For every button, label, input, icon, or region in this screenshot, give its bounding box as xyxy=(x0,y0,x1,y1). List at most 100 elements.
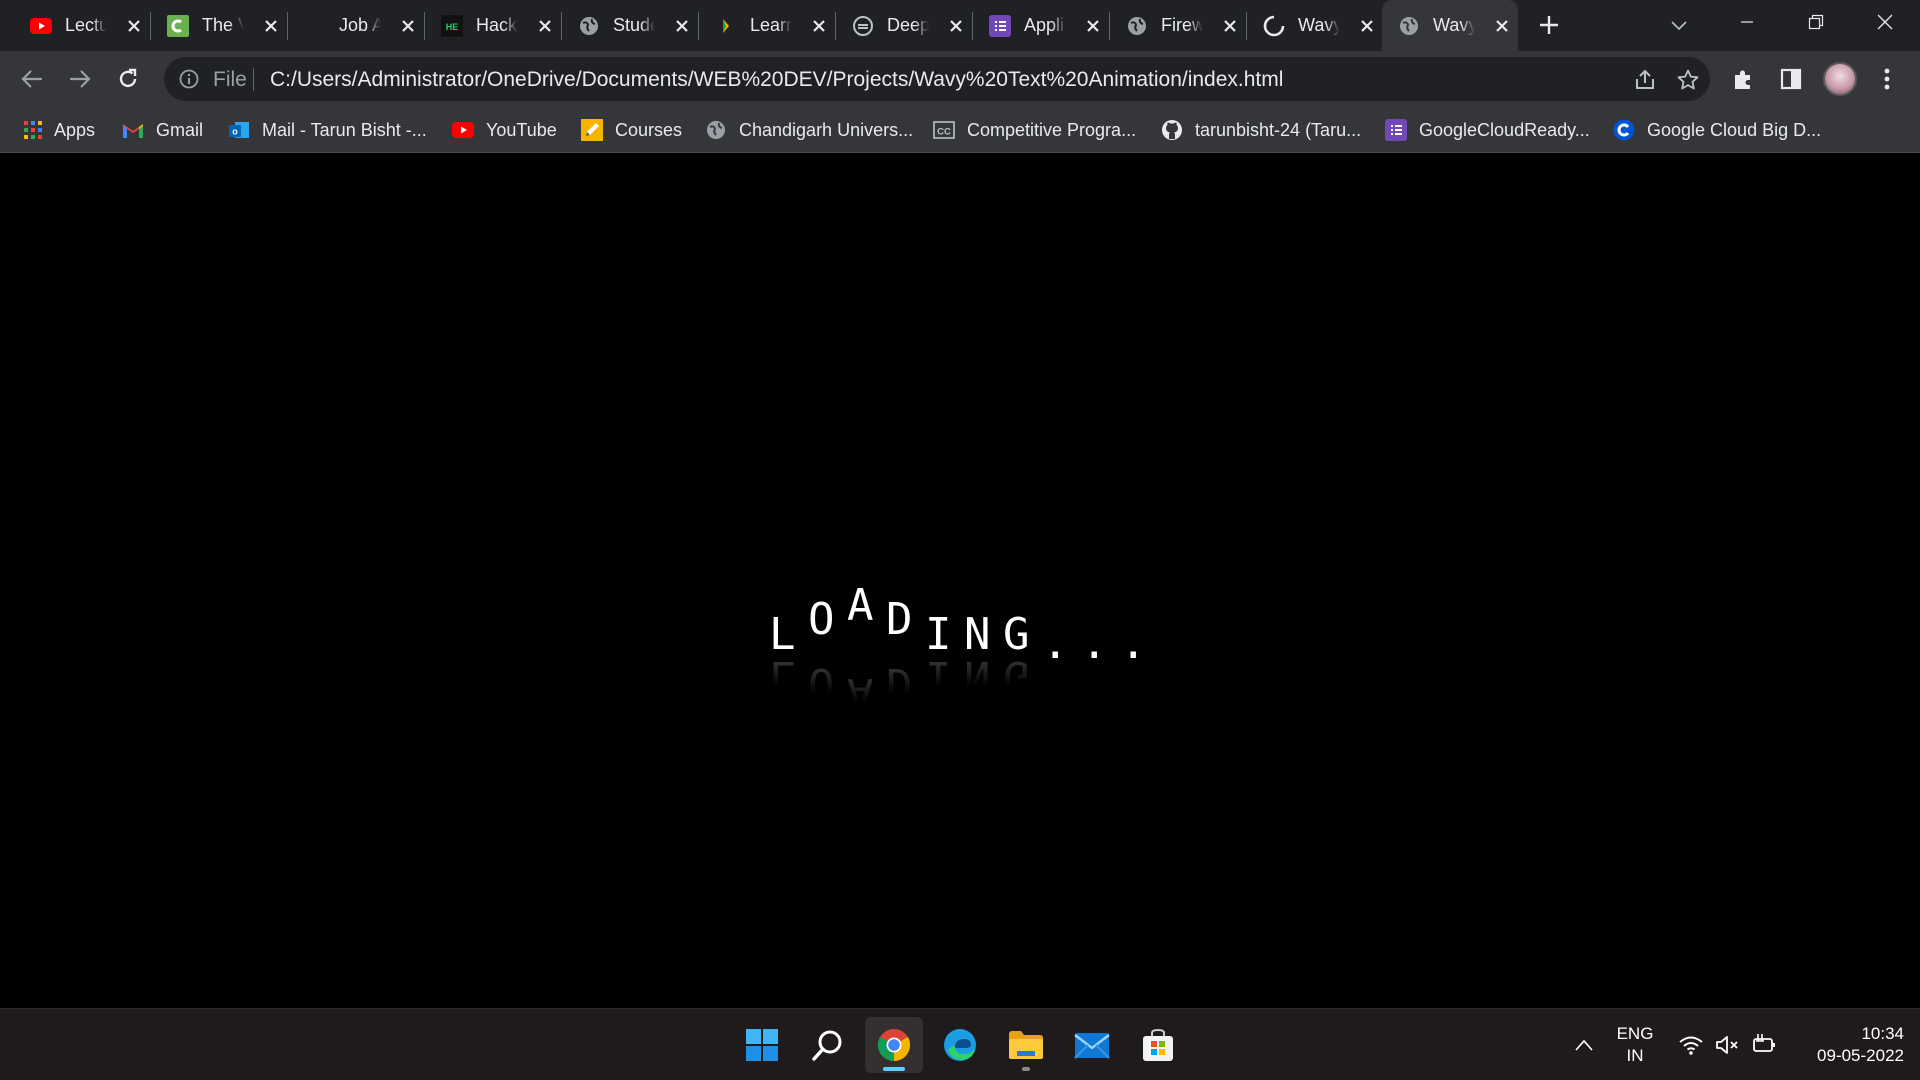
tab-close-icon[interactable] xyxy=(535,16,555,36)
bookmark-label: Chandigarh Univers... xyxy=(739,119,914,140)
tab-7[interactable]: Deep xyxy=(836,7,972,44)
tab-title: Learn xyxy=(750,15,792,35)
list-icon xyxy=(1385,119,1407,141)
edge-icon xyxy=(944,1029,976,1061)
bookmark-competitive[interactable]: CC Competitive Progra... xyxy=(933,115,1136,145)
restore-icon xyxy=(1808,14,1824,29)
tab-11-active[interactable]: Wavy xyxy=(1382,0,1518,51)
loading-letter: O xyxy=(808,594,835,645)
loading-letter: . xyxy=(1042,618,1069,669)
taskbar-file-explorer[interactable] xyxy=(997,1017,1055,1073)
tab-strip: Lectu The V Job A HE Hack Stude L xyxy=(0,0,1920,51)
start-button[interactable] xyxy=(733,1017,791,1073)
bookmark-chandigarh[interactable]: Chandigarh Univers... xyxy=(705,115,913,145)
profile-avatar[interactable] xyxy=(1823,62,1857,96)
tab-3[interactable]: Job A xyxy=(288,7,424,44)
tab-close-icon[interactable] xyxy=(946,16,966,36)
loading-letter: . xyxy=(1120,618,1147,669)
tab-close-icon[interactable] xyxy=(672,16,692,36)
windows-start-icon xyxy=(746,1029,778,1061)
running-app-indicator xyxy=(1022,1067,1030,1071)
tab-close-icon[interactable] xyxy=(1083,16,1103,36)
store-icon xyxy=(1143,1028,1173,1061)
tab-10[interactable]: Wavy xyxy=(1247,7,1383,44)
bookmark-apps[interactable]: Apps xyxy=(22,115,95,145)
bookmark-label: Competitive Progra... xyxy=(967,119,1137,140)
address-bar[interactable]: File C:/Users/Administrator/OneDrive/Doc… xyxy=(164,57,1710,101)
show-hidden-icons-button[interactable] xyxy=(1570,1031,1598,1059)
taskbar-edge[interactable] xyxy=(931,1017,989,1073)
bookmark-outlook[interactable]: o Mail - Tarun Bisht -... xyxy=(228,115,427,145)
taskbar-mail[interactable] xyxy=(1063,1017,1121,1073)
tab-4[interactable]: HE Hack xyxy=(425,7,561,44)
gmail-icon xyxy=(122,119,144,141)
reload-button[interactable] xyxy=(111,62,145,96)
new-tab-button[interactable] xyxy=(1536,12,1562,38)
svg-text:HE: HE xyxy=(446,22,459,32)
tab-title: Job A xyxy=(339,15,381,35)
taskbar-store[interactable] xyxy=(1129,1017,1187,1073)
tab-5[interactable]: Stude xyxy=(562,7,698,44)
wifi-icon[interactable] xyxy=(1677,1031,1705,1059)
tab-1[interactable]: Lectu xyxy=(14,7,150,44)
tab-close-icon[interactable] xyxy=(1220,16,1240,36)
globe-icon xyxy=(1398,15,1420,37)
tab-close-icon[interactable] xyxy=(809,16,829,36)
restore-button[interactable] xyxy=(1782,0,1850,43)
language-indicator[interactable]: ENG IN xyxy=(1609,1023,1661,1067)
tab-title: Deep xyxy=(887,15,929,35)
tab-2[interactable]: The V xyxy=(151,7,287,44)
bookmark-star-icon[interactable] xyxy=(1675,67,1701,93)
tab-title: Stude xyxy=(613,15,655,35)
tab-close-icon[interactable] xyxy=(261,16,281,36)
tab-6[interactable]: Learn xyxy=(699,7,835,44)
loading-letter-reflection: G xyxy=(1003,651,1030,702)
bookmark-label: Courses xyxy=(615,119,683,140)
taskbar-chrome[interactable] xyxy=(865,1017,923,1073)
bookmark-youtube[interactable]: YouTube xyxy=(452,115,557,145)
bookmark-gmail[interactable]: Gmail xyxy=(122,115,203,145)
youtube-icon xyxy=(30,15,52,37)
region-code: IN xyxy=(1626,1046,1644,1065)
info-icon[interactable] xyxy=(178,68,200,90)
bookmark-courses[interactable]: Courses xyxy=(581,115,682,145)
bookmark-label: Google Cloud Big D... xyxy=(1647,119,1822,140)
bookmark-google-cloud-big-data[interactable]: Google Cloud Big D... xyxy=(1613,115,1821,145)
loading-letter-reflection: A xyxy=(847,668,874,719)
clock[interactable]: 10:34 09-05-2022 xyxy=(1790,1023,1904,1067)
tab-close-icon[interactable] xyxy=(398,16,418,36)
pencil-icon xyxy=(581,119,603,141)
share-icon[interactable] xyxy=(1632,67,1658,93)
url-text[interactable]: C:/Users/Administrator/OneDrive/Document… xyxy=(270,68,1283,92)
apps-grid-icon xyxy=(22,119,44,141)
close-window-button[interactable] xyxy=(1851,0,1919,43)
tab-9[interactable]: Firew xyxy=(1110,7,1246,44)
volume-muted-icon[interactable] xyxy=(1713,1031,1741,1059)
loading-letter: . xyxy=(1081,618,1108,669)
loading-letter-reflection: D xyxy=(886,658,913,709)
forward-button[interactable] xyxy=(63,62,97,96)
tab-close-icon[interactable] xyxy=(1492,16,1512,36)
coursera-icon xyxy=(1613,119,1635,141)
bookmark-googlecloudready[interactable]: GoogleCloudReady... xyxy=(1385,115,1590,145)
tab-title: Wavy xyxy=(1298,15,1340,35)
url-scheme-label: File xyxy=(213,68,247,91)
language-code: ENG xyxy=(1616,1024,1654,1043)
bookmark-github[interactable]: tarunbisht-24 (Taru... xyxy=(1161,115,1361,145)
tab-close-icon[interactable] xyxy=(124,16,144,36)
side-panel-button[interactable] xyxy=(1774,62,1808,96)
loading-letter: A xyxy=(847,580,874,631)
page-viewport: L O A D I N G . . . L O A D I N G xyxy=(0,154,1920,1008)
search-button[interactable] xyxy=(799,1017,857,1073)
back-button[interactable] xyxy=(15,62,49,96)
svg-text:CC: CC xyxy=(937,127,951,138)
clock-time: 10:34 xyxy=(1861,1024,1904,1043)
tab-search-button[interactable] xyxy=(1667,14,1691,38)
tab-close-icon[interactable] xyxy=(1357,16,1377,36)
menu-button[interactable] xyxy=(1870,62,1904,96)
extensions-button[interactable] xyxy=(1726,62,1760,96)
kebab-menu-icon xyxy=(1884,68,1890,90)
tab-8[interactable]: Appli xyxy=(973,7,1109,44)
minimize-button[interactable] xyxy=(1713,0,1781,43)
battery-charging-icon[interactable] xyxy=(1749,1031,1777,1059)
